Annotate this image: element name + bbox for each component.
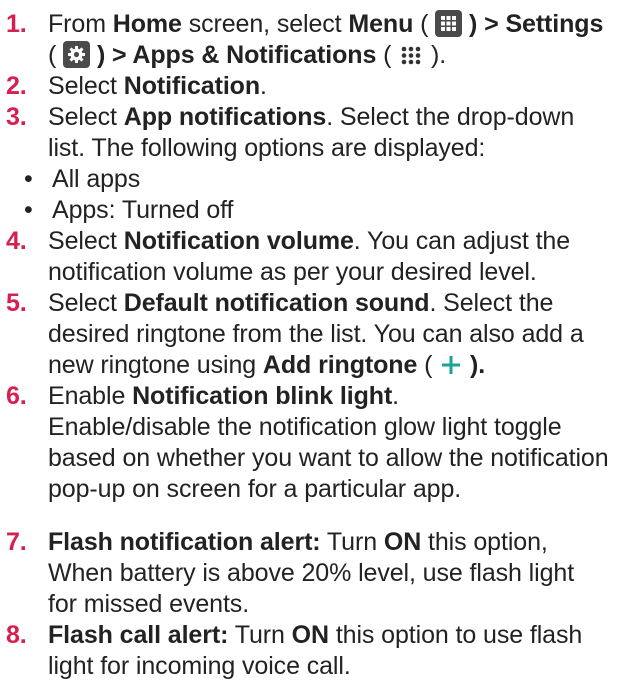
- step-text: Select: [48, 227, 124, 255]
- step-bold: Default notification sound: [123, 289, 430, 317]
- grid-menu-icon: [435, 10, 463, 37]
- step-bold: Flash notification alert:: [48, 528, 321, 556]
- plus-icon: [439, 353, 463, 377]
- step-bold: Flash call alert:: [48, 621, 229, 649]
- step-text: this option to use flash: [328, 621, 583, 649]
- step-8: 8. Flash call alert: Turn ON this option…: [6, 620, 638, 682]
- step-bold: ) > Apps & Notifications: [96, 41, 377, 69]
- step-number: 7.: [6, 528, 27, 556]
- list-item: Apps: Turned off: [18, 195, 638, 226]
- step-line: light for incoming voice call.: [48, 652, 351, 680]
- step-text: .: [392, 382, 400, 410]
- step-text: Enable: [48, 382, 133, 410]
- step-text: [462, 10, 469, 38]
- step-text: screen, select: [181, 10, 349, 38]
- gear-icon: [63, 41, 91, 68]
- step-bold: App notifications: [123, 103, 327, 131]
- step-bold: ON: [291, 621, 329, 649]
- step-text: . You can adjust the: [353, 227, 571, 255]
- step-text: new ringtone using: [48, 351, 263, 379]
- step-line: Select App notifications. Select the dro…: [48, 102, 638, 133]
- step-bold: Menu: [348, 10, 414, 38]
- step-text: [90, 41, 97, 69]
- step-line: Select Default notification sound. Selec…: [48, 288, 638, 319]
- step-bold: ).: [470, 351, 486, 379]
- step-text: (: [413, 10, 436, 38]
- list-item: All apps: [18, 164, 638, 195]
- step-4: 4. Select Notification volume. You can a…: [6, 226, 638, 288]
- options-list: All apps Apps: Turned off: [6, 164, 638, 226]
- step-line: Flash notification alert: Turn ON this o…: [48, 527, 638, 558]
- step-line: Enable/disable the notification glow lig…: [48, 413, 562, 441]
- step-text: (: [48, 41, 64, 69]
- step-bold: ON: [383, 528, 422, 556]
- step-line: From Home screen, select Menu ( ) > Sett…: [48, 9, 638, 40]
- step-text: Select: [48, 103, 124, 131]
- step-line: based on whether you want to allow the n…: [48, 444, 609, 472]
- step-text: Turn: [320, 528, 384, 556]
- step-text: (: [417, 351, 440, 379]
- step-bold: ) > Settings: [469, 10, 604, 38]
- step-7: 7. Flash notification alert: Turn ON thi…: [6, 527, 638, 620]
- step-text: (: [376, 41, 399, 69]
- step-text: this option,: [421, 528, 548, 556]
- step-5: 5. Select Default notification sound. Se…: [6, 288, 638, 381]
- step-1: 1. From Home screen, select Menu ( ) > S…: [6, 9, 638, 71]
- step-line: Enable Notification blink light.: [48, 381, 638, 412]
- step-text: Turn: [228, 621, 292, 649]
- step-bold: Add ringtone: [262, 351, 418, 379]
- step-bold: Notification blink light: [132, 382, 393, 410]
- step-line: ( ) > Apps & Notifications ( ).: [48, 40, 638, 71]
- step-number: 2.: [6, 72, 27, 100]
- instruction-document: 1. From Home screen, select Menu ( ) > S…: [6, 9, 638, 682]
- step-number: 8.: [6, 621, 27, 649]
- step-number: 1.: [6, 10, 27, 38]
- step-line: pop-up on screen for a particular app.: [48, 475, 462, 503]
- step-6: 6. Enable Notification blink light. Enab…: [6, 381, 638, 505]
- step-line: Select Notification.: [48, 71, 638, 102]
- step-number: 6.: [6, 382, 27, 410]
- step-line: Select Notification volume. You can adju…: [48, 226, 638, 257]
- step-number: 4.: [6, 227, 27, 255]
- step-bold: Notification volume: [123, 227, 354, 255]
- step-text: From: [48, 10, 113, 38]
- step-bold: Home: [112, 10, 182, 38]
- apps-dots-icon: [398, 42, 424, 68]
- step-line: for missed events.: [48, 590, 250, 618]
- step-line: Flash call alert: Turn ON this option to…: [48, 620, 638, 651]
- step-3: 3. Select App notifications. Select the …: [6, 102, 638, 164]
- step-line: desired ringtone from the list. You can …: [48, 320, 584, 348]
- step-number: 3.: [6, 103, 27, 131]
- step-2: 2. Select Notification.: [6, 71, 638, 102]
- step-number: 5.: [6, 289, 27, 317]
- step-text: . Select the: [429, 289, 554, 317]
- step-text: .: [260, 72, 267, 100]
- step-text: Select: [48, 289, 124, 317]
- step-line: new ringtone using Add ringtone ( ).: [48, 350, 638, 381]
- step-line: list. The following options are displaye…: [48, 134, 486, 162]
- step-line: notification volume as per your desired …: [48, 258, 537, 286]
- step-text: . Select the drop-down: [326, 103, 575, 131]
- step-text: Select: [48, 72, 124, 100]
- step-bold: Notification: [123, 72, 261, 100]
- step-line: When battery is above 20% level, use fla…: [48, 559, 575, 587]
- step-text: ).: [424, 41, 447, 69]
